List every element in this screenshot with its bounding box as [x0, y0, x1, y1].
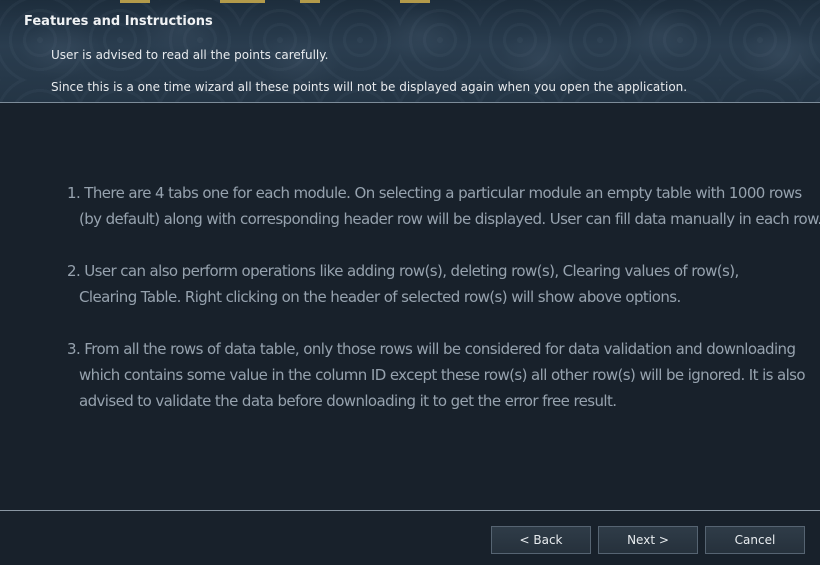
- back-button[interactable]: < Back: [491, 526, 591, 554]
- setup-wizard-window: Features and Instructions User is advise…: [0, 0, 820, 565]
- wizard-header-banner: Features and Instructions User is advise…: [0, 0, 820, 103]
- instruction-line: advised to validate the data before down…: [79, 392, 617, 410]
- instruction-line: 1. There are 4 tabs one for each module.…: [67, 184, 802, 202]
- instruction-point: 2. User can also perform operations like…: [67, 258, 797, 310]
- instruction-point: 3. From all the rows of data table, only…: [67, 336, 806, 414]
- wizard-title: Features and Instructions: [24, 14, 213, 29]
- instruction-line: (by default) along with corresponding he…: [79, 210, 820, 228]
- instruction-line: which contains some value in the column …: [79, 366, 806, 384]
- cancel-button[interactable]: Cancel: [705, 526, 805, 554]
- instruction-line: 2. User can also perform operations like…: [67, 262, 739, 280]
- instructions-list: 1. There are 4 tabs one for each module.…: [67, 180, 820, 440]
- top-decorative-strip: [0, 0, 820, 4]
- wizard-subtitle-1: User is advised to read all the points c…: [51, 48, 329, 62]
- instruction-line: Clearing Table. Right clicking on the he…: [79, 288, 681, 306]
- wizard-subtitle-2: Since this is a one time wizard all thes…: [51, 80, 688, 94]
- instruction-line: 3. From all the rows of data table, only…: [67, 340, 796, 358]
- instruction-point: 1. There are 4 tabs one for each module.…: [67, 180, 820, 232]
- footer-divider: [0, 510, 820, 511]
- next-button[interactable]: Next >: [598, 526, 698, 554]
